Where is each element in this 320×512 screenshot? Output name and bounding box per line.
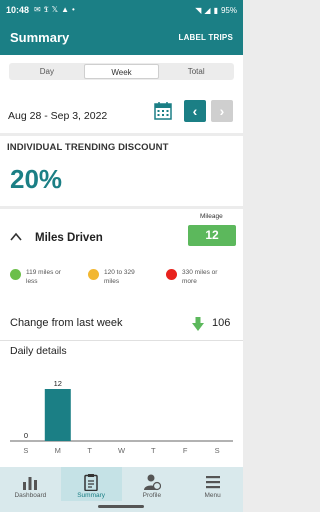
daily-miles-chart: 0 S 12 M T W T F S xyxy=(10,379,233,455)
nav-profile[interactable]: Profile xyxy=(122,467,183,501)
legend-text: 330 miles or more xyxy=(182,269,218,285)
date-range: Aug 28 - Sep 3, 2022 xyxy=(8,110,108,122)
tab-day[interactable]: Day xyxy=(10,64,84,79)
system-nav-bar xyxy=(0,501,243,512)
miles-driven-card: Mileage 12 Miles Driven 119 miles or les… xyxy=(0,209,243,467)
period-segmented-control: Day Week Total xyxy=(9,63,234,80)
chart-data-label: 0 xyxy=(24,431,28,440)
app-bar: Summary LABEL TRIPS xyxy=(0,20,243,55)
chart-x-tick-label: F xyxy=(183,446,188,455)
legend-text: 119 miles or less xyxy=(26,269,61,285)
notification-icons: ✉ 𝕿 𝕏 ▲ • xyxy=(34,5,75,15)
legend-item-low: 119 miles or less xyxy=(10,268,70,286)
chart-x-tick-label: S xyxy=(215,446,220,455)
chart-x-tick-label: T xyxy=(87,446,92,455)
arrow-down-icon xyxy=(192,317,204,331)
change-label: Change from last week xyxy=(10,317,123,329)
legend-text: 120 to 329 miles xyxy=(104,269,135,285)
change-from-last-week-row: Change from last week 106 xyxy=(0,309,243,341)
mileage-label: Mileage xyxy=(200,213,223,220)
bar-chart-icon xyxy=(23,477,38,490)
profile-icon xyxy=(143,474,161,491)
period-panel: Day Week Total Aug 28 - Sep 3, 2022 ‹ › xyxy=(0,55,243,133)
green-dot-icon xyxy=(10,269,21,280)
discount-label: INDIVIDUAL TRENDING DISCOUNT xyxy=(7,142,169,153)
status-time: 10:48 xyxy=(6,5,30,15)
chart-bar[interactable] xyxy=(44,389,71,441)
discount-value: 20% xyxy=(10,164,63,194)
nav-summary[interactable]: Summary xyxy=(60,467,122,501)
signal-icon: ◢ xyxy=(204,5,211,15)
bottom-nav: Dashboard Summary Profile Menu xyxy=(0,467,243,501)
twitter-icon: 𝕏 xyxy=(51,5,59,14)
battery-icon: ▮ xyxy=(213,5,218,15)
legend-item-mid: 120 to 329 miles xyxy=(88,268,148,286)
nav-profile-label: Profile xyxy=(142,492,162,499)
chart-x-tick-label: M xyxy=(55,446,61,455)
message-icon: ✉ xyxy=(34,5,41,14)
chart-x-tick-label: T xyxy=(151,446,156,455)
home-indicator xyxy=(98,505,144,508)
previous-week-button[interactable]: ‹ xyxy=(184,100,206,122)
nav-menu-label: Menu xyxy=(204,492,221,499)
chart-data-label: 12 xyxy=(54,379,62,388)
dot-icon: • xyxy=(72,5,75,14)
red-dot-icon xyxy=(166,269,177,280)
nav-dashboard[interactable]: Dashboard xyxy=(0,467,61,501)
chart-x-tick-label: S xyxy=(23,446,28,455)
nav-dashboard-label: Dashboard xyxy=(14,492,47,499)
miles-driven-title[interactable]: Miles Driven xyxy=(35,232,103,244)
tab-total[interactable]: Total xyxy=(159,64,233,79)
tab-week[interactable]: Week xyxy=(83,64,160,79)
label-trips-button[interactable]: LABEL TRIPS xyxy=(178,33,233,42)
mileage-badge: 12 xyxy=(188,225,236,246)
warning-icon: ▲ xyxy=(61,5,70,14)
chart-x-tick-label: W xyxy=(118,446,126,455)
nav-summary-label: Summary xyxy=(77,492,106,499)
yellow-dot-icon xyxy=(88,269,99,280)
status-bar: 10:48 ✉ 𝕿 𝕏 ▲ • ◥ ◢ ▮ 95% xyxy=(0,0,243,20)
discount-card: INDIVIDUAL TRENDING DISCOUNT 20% xyxy=(0,136,243,206)
hamburger-icon xyxy=(205,476,220,489)
calendar-icon[interactable] xyxy=(153,101,173,121)
next-week-button[interactable]: › xyxy=(211,100,233,122)
legend-item-high: 330 miles or more xyxy=(166,268,226,286)
nyt-icon: 𝕿 xyxy=(43,5,49,14)
chevron-up-icon[interactable] xyxy=(10,231,22,243)
daily-details-title: Daily details xyxy=(10,345,67,357)
change-value: 106 xyxy=(212,317,231,329)
clipboard-icon xyxy=(84,474,98,491)
nav-menu[interactable]: Menu xyxy=(182,467,243,501)
wifi-icon: ◥ xyxy=(195,5,202,15)
page-title: Summary xyxy=(10,30,70,45)
battery-level: 95% xyxy=(220,5,237,15)
